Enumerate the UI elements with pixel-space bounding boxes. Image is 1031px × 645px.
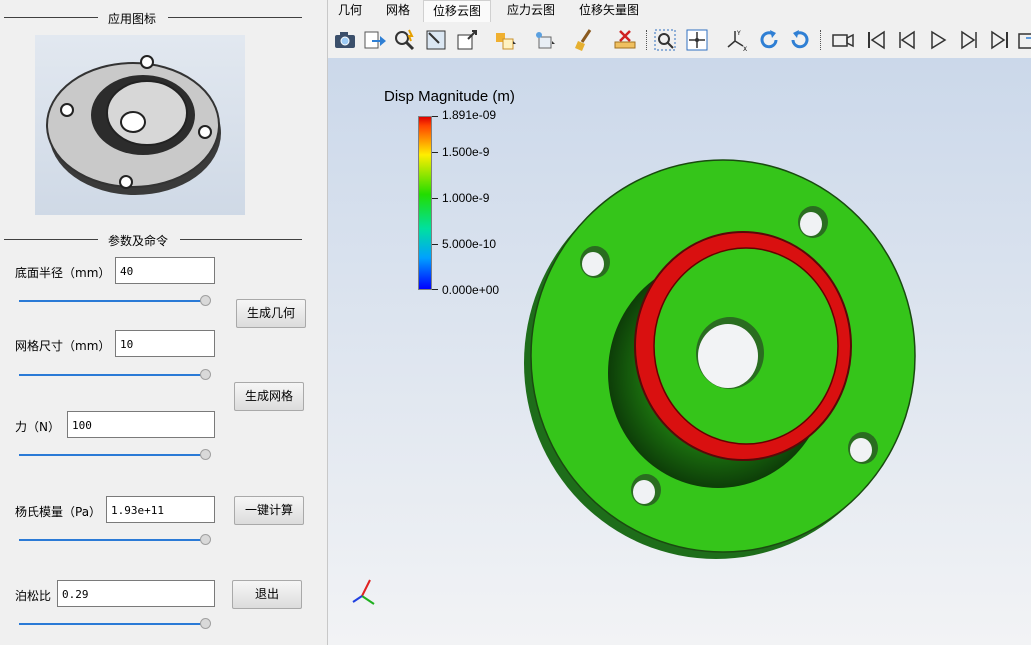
icon-group-title: 应用图标 — [108, 12, 157, 26]
slider-handle[interactable] — [200, 369, 211, 380]
app-icon-image — [35, 35, 245, 215]
last-frame-icon[interactable] — [987, 27, 1013, 53]
record-icon[interactable] — [830, 27, 856, 53]
poisson-ratio-slider[interactable] — [19, 617, 211, 631]
compute-button[interactable]: 一键计算 — [234, 496, 304, 525]
legend-title: Disp Magnitude (m) — [384, 88, 515, 105]
select-points-icon[interactable] — [531, 27, 557, 53]
params-group-header: 参数及命令 — [0, 232, 327, 248]
magnifier-select-icon[interactable] — [392, 27, 418, 53]
clear-selection-icon[interactable] — [612, 27, 638, 53]
next-frame-icon[interactable] — [956, 27, 982, 53]
slider-handle[interactable] — [200, 295, 211, 306]
legend-tick-label: 0.000e+00 — [442, 283, 500, 297]
base-radius-input[interactable]: 40 — [115, 257, 215, 284]
svg-text:Y: Y — [736, 30, 741, 37]
youngs-modulus-input[interactable]: 1.93e+11 — [106, 496, 215, 523]
render-viewport[interactable]: Disp Magnitude (m) 1.891e-09 1.500e-9 1.… — [328, 58, 1031, 645]
youngs-modulus-slider[interactable] — [19, 533, 211, 547]
reset-camera-icon[interactable] — [454, 27, 480, 53]
flange-displacement-model — [524, 159, 916, 559]
slider-handle[interactable] — [200, 618, 211, 629]
control-panel: 应用图标 参数及命令 底面半径（mm） 40 生成几何 网格尺寸（mm） 10 … — [0, 0, 328, 645]
mesh-size-slider[interactable] — [19, 368, 211, 382]
base-radius-label: 底面半径（mm） — [15, 266, 111, 280]
params-group-title: 参数及命令 — [108, 234, 169, 248]
legend-tick-label: 1.000e-9 — [442, 191, 490, 205]
poisson-ratio-input[interactable]: 0.29 — [57, 580, 215, 607]
legend-tick — [432, 244, 438, 245]
mesh-size-label: 网格尺寸（mm） — [15, 339, 111, 353]
slider-handle[interactable] — [200, 534, 211, 545]
force-label: 力（N） — [15, 420, 60, 434]
tab-displacement-contour[interactable]: 位移云图 — [423, 0, 491, 22]
tab-displacement-vector[interactable]: 位移矢量图 — [570, 0, 648, 22]
camera-icon[interactable] — [332, 27, 358, 53]
prev-frame-icon[interactable] — [894, 27, 920, 53]
axes-icon[interactable]: YX — [723, 27, 749, 53]
rotate-ccw-icon[interactable] — [787, 27, 813, 53]
first-frame-icon[interactable] — [863, 27, 889, 53]
play-icon[interactable] — [925, 27, 951, 53]
zoom-to-selection-icon[interactable] — [652, 27, 678, 53]
legend-tick — [432, 289, 438, 290]
orientation-axes-icon — [352, 579, 375, 605]
toolbar: YX — [328, 22, 1031, 59]
legend-tick-label: 1.891e-09 — [442, 108, 497, 122]
toolbar-separator — [646, 30, 647, 50]
view-tabs: 几何 网格 位移云图 应力云图 位移矢量图 — [328, 0, 1031, 22]
legend-tick-label: 1.500e-9 — [442, 145, 490, 159]
force-input[interactable]: 100 — [67, 411, 215, 438]
generate-mesh-button[interactable]: 生成网格 — [234, 382, 304, 411]
exit-button[interactable]: 退出 — [232, 580, 302, 609]
tab-geometry[interactable]: 几何 — [330, 0, 370, 22]
clear-brush-icon[interactable] — [572, 27, 598, 53]
loop-icon[interactable] — [1016, 27, 1031, 53]
rotate-cw-icon[interactable] — [756, 27, 782, 53]
center-icon[interactable] — [684, 27, 710, 53]
legend-tick — [432, 152, 438, 153]
tab-stress-contour[interactable]: 应力云图 — [498, 0, 564, 22]
force-slider[interactable] — [19, 448, 211, 462]
base-radius-slider[interactable] — [19, 294, 211, 308]
color-bar — [418, 116, 432, 290]
select-cells-icon[interactable] — [492, 27, 518, 53]
zoom-box-icon[interactable] — [423, 27, 449, 53]
svg-text:X: X — [743, 46, 747, 53]
generate-geometry-button[interactable]: 生成几何 — [236, 299, 306, 328]
mesh-size-input[interactable]: 10 — [115, 330, 215, 357]
legend-tick — [432, 198, 438, 199]
tab-mesh[interactable]: 网格 — [376, 0, 420, 22]
legend-tick — [432, 116, 438, 117]
export-icon[interactable] — [362, 27, 388, 53]
slider-handle[interactable] — [200, 449, 211, 460]
youngs-modulus-label: 杨氏模量（Pa） — [15, 505, 102, 519]
poisson-ratio-label: 泊松比 — [15, 589, 52, 603]
legend-tick-label: 5.000e-10 — [442, 237, 497, 251]
toolbar-separator — [820, 30, 821, 50]
icon-group-header: 应用图标 — [0, 10, 327, 26]
